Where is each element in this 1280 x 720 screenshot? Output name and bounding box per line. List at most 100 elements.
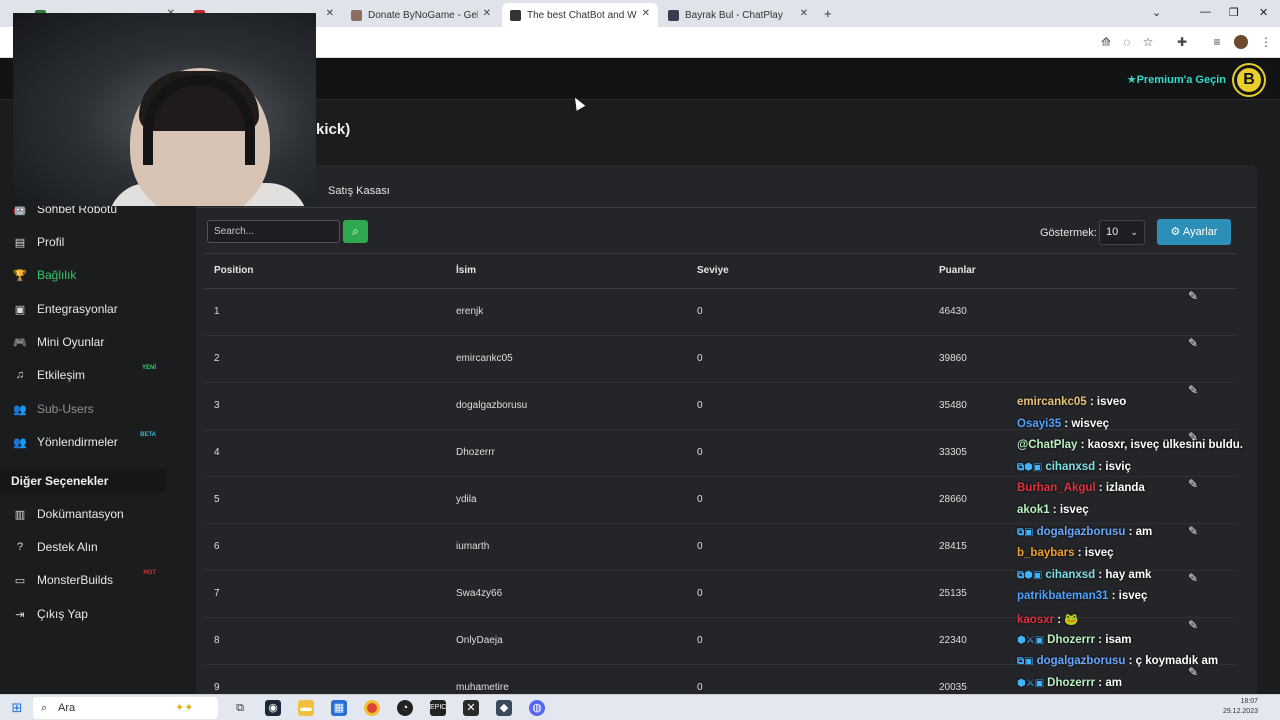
- brand-logo[interactable]: B: [1234, 65, 1264, 95]
- table-cell: 0: [697, 400, 703, 411]
- sidebar-item[interactable]: ▣ Entegrasyonlar: [0, 294, 166, 324]
- sidebar-badge: BETA: [140, 432, 156, 438]
- sidebar-item[interactable]: ⇥ Çıkış Yap: [0, 599, 166, 629]
- search-input[interactable]: [207, 220, 340, 243]
- edit-pencil-icon[interactable]: ✎: [1188, 524, 1198, 538]
- tab-title: Donate ByNoGame - Gelen/Gid: [368, 9, 478, 21]
- table-cell: 28415: [939, 541, 967, 552]
- edit-pencil-icon[interactable]: ✎: [1188, 336, 1198, 350]
- sidebar-item-label: Sub-Users: [37, 402, 94, 416]
- translate-icon[interactable]: ⟰: [1099, 35, 1113, 49]
- bookmark-star-icon[interactable]: ☆: [1141, 35, 1155, 49]
- profile-avatar[interactable]: [1234, 35, 1248, 49]
- close-tab-icon[interactable]: ✕: [642, 8, 650, 19]
- minimize-button[interactable]: —: [1200, 6, 1211, 18]
- edit-pencil-icon[interactable]: ✎: [1188, 430, 1198, 444]
- sparkle-icon: ✦✦: [175, 702, 194, 714]
- steam-icon[interactable]: ◉: [265, 700, 281, 716]
- logout-icon: ⇥: [15, 608, 25, 621]
- table-cell: 0: [697, 541, 703, 552]
- premium-label: Premium'a Geçin: [1136, 74, 1226, 86]
- browser-tab[interactable]: Bayrak Bul - ChatPlay ✕: [660, 3, 816, 27]
- chevron-down-icon: ⌄: [1130, 227, 1138, 237]
- hide-eye-icon[interactable]: ◌: [1120, 35, 1134, 49]
- sidebar-item-label: Yönlendirmeler: [37, 435, 118, 449]
- table-cell: 39860: [939, 353, 967, 364]
- xbox-icon[interactable]: ✕: [463, 700, 479, 716]
- reading-list-icon[interactable]: ≡: [1210, 35, 1224, 49]
- header-position[interactable]: Position: [214, 254, 253, 288]
- book-icon: ▥: [14, 508, 26, 521]
- store-icon[interactable]: ▦: [331, 700, 347, 716]
- sidebar-item[interactable]: ▤ Profil: [0, 227, 166, 257]
- content-tabs: Satış Kasası: [196, 177, 1257, 208]
- sidebar-item[interactable]: ? Destek Alın: [0, 532, 166, 562]
- table-cell: 6: [214, 541, 220, 552]
- sidebar-item[interactable]: 🎮 Mini Oyunlar: [0, 327, 166, 357]
- tab-favicon-icon: [351, 9, 362, 21]
- sidebar-badge: HOT: [143, 570, 156, 576]
- table-cell: 0: [697, 447, 703, 458]
- new-tab-button[interactable]: +: [824, 6, 832, 21]
- sidebar-item-label: Etkileşim: [37, 368, 86, 382]
- table-cell: 0: [697, 494, 703, 505]
- search-icon: ⌕: [352, 224, 359, 238]
- sidebar-item[interactable]: 🏆 Bağlılık: [0, 260, 166, 290]
- edit-pencil-icon[interactable]: ✎: [1188, 383, 1198, 397]
- obs-icon[interactable]: ◔: [397, 700, 413, 716]
- app-icon[interactable]: ◆: [496, 700, 512, 716]
- start-icon[interactable]: ⊞: [9, 700, 25, 716]
- edit-pencil-icon[interactable]: ✎: [1188, 618, 1198, 632]
- premium-link[interactable]: ★Premium'a Geçin: [1127, 73, 1226, 86]
- sidebar-item-label: Mini Oyunlar: [37, 335, 105, 349]
- trophy-icon: 🏆: [13, 269, 27, 282]
- task-view-icon[interactable]: ⧉: [232, 700, 248, 716]
- sidebar-section-heading: Diğer Seçenekler: [0, 469, 166, 493]
- tab-title: The best ChatBot and Widgets: [527, 9, 637, 21]
- table-cell: 28660: [939, 494, 967, 505]
- header-level[interactable]: Seviye: [697, 254, 729, 288]
- sidebar-item-label: Dokümantasyon: [37, 507, 124, 521]
- settings-button[interactable]: ⚙ Ayarlar: [1157, 219, 1231, 245]
- extensions-icon[interactable]: ✚: [1175, 35, 1189, 49]
- edit-pencil-icon[interactable]: ✎: [1188, 571, 1198, 585]
- music-icon: ♫: [15, 369, 25, 381]
- table-cell: 7: [214, 588, 220, 599]
- browser-menu-icon[interactable]: ⋮: [1259, 35, 1273, 49]
- sidebar-item[interactable]: ▭ MonsterBuilds HOT: [0, 565, 166, 595]
- search-button[interactable]: ⌕: [343, 220, 368, 243]
- table-row: 6 iumarth 0 28415 ✎: [204, 524, 1237, 571]
- edit-pencil-icon[interactable]: ✎: [1188, 477, 1198, 491]
- sidebar-item[interactable]: 👥 Sub-Users: [0, 394, 166, 424]
- close-tab-icon[interactable]: ✕: [483, 8, 491, 19]
- table-cell: 3: [214, 400, 220, 411]
- table-cell: 1: [214, 306, 220, 317]
- header-name[interactable]: İsim: [456, 254, 476, 288]
- sidebar-item[interactable]: ▥ Dokümantasyon: [0, 499, 166, 529]
- close-window-button[interactable]: ✕: [1259, 6, 1268, 19]
- table-row: 5 ydila 0 28660 ✎: [204, 477, 1237, 524]
- table-cell: erenjk: [456, 306, 484, 317]
- page-size-select[interactable]: 10 ⌄: [1099, 220, 1145, 245]
- table-cell: 5: [214, 494, 220, 505]
- maximize-button[interactable]: ❐: [1229, 6, 1239, 19]
- id-card-icon: ▤: [14, 236, 26, 249]
- discord-icon[interactable]: ◍: [529, 700, 545, 716]
- tab-sales[interactable]: Satış Kasası: [317, 177, 401, 208]
- epic-games-icon[interactable]: EPIC: [430, 700, 446, 716]
- sidebar-item[interactable]: ♫ Etkileşim YENİ: [0, 360, 166, 390]
- edit-pencil-icon[interactable]: ✎: [1188, 289, 1198, 303]
- close-tab-icon[interactable]: ✕: [326, 8, 334, 19]
- table-row: 7 Swa4zy66 0 25135 ✎: [204, 571, 1237, 618]
- tab-search-icon[interactable]: ⌄: [1152, 6, 1161, 19]
- file-explorer-icon[interactable]: ▬: [298, 700, 314, 716]
- edit-pencil-icon[interactable]: ✎: [1188, 665, 1198, 679]
- sidebar-item[interactable]: 👥 Yönlendirmeler BETA: [0, 427, 166, 457]
- close-tab-icon[interactable]: ✕: [800, 8, 808, 19]
- system-clock[interactable]: 18:07 29.12.2023: [1223, 697, 1258, 717]
- header-points[interactable]: Puanlar: [939, 254, 976, 288]
- taskbar-search[interactable]: ⌕ Ara ✦✦: [33, 697, 218, 719]
- chrome-icon[interactable]: [364, 700, 380, 716]
- browser-tab[interactable]: The best ChatBot and Widgets ✕: [502, 3, 658, 27]
- browser-tab[interactable]: Donate ByNoGame - Gelen/Gid ✕: [343, 3, 499, 27]
